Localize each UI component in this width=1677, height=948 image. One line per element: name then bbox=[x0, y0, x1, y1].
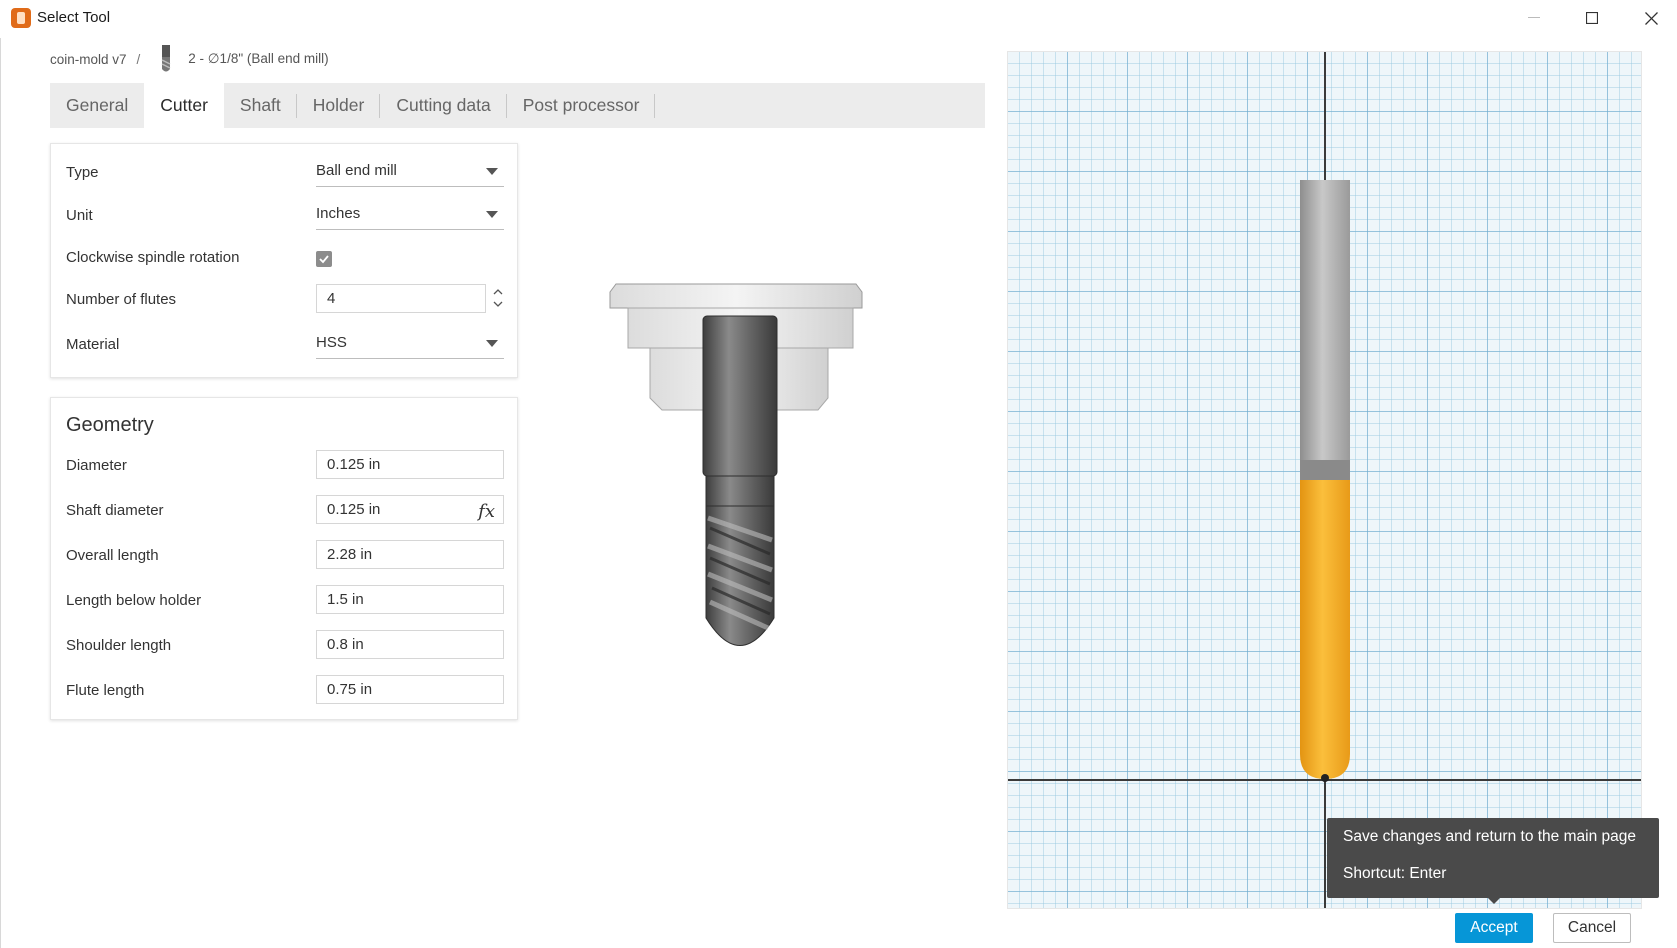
tooltip-arrow bbox=[1488, 898, 1500, 904]
tab-holder-label: Holder bbox=[312, 95, 365, 115]
tab-holder[interactable]: Holder bbox=[297, 83, 381, 128]
flutes-input[interactable]: 4 bbox=[316, 284, 486, 313]
window-title: Select Tool bbox=[37, 9, 111, 26]
formula-icon[interactable]: fx bbox=[478, 498, 495, 525]
tab-general[interactable]: General bbox=[50, 83, 144, 128]
endmill-thumbnail-icon bbox=[161, 45, 171, 72]
checkmark-icon bbox=[319, 255, 329, 264]
shoulder-length-input[interactable]: 0.8 in bbox=[316, 630, 504, 659]
type-value: Ball end mill bbox=[316, 162, 397, 179]
tab-cutting-data[interactable]: Cutting data bbox=[380, 83, 507, 128]
cutter-properties-card: Type Ball end mill Unit Inches Clockwise… bbox=[50, 143, 518, 378]
shaft-diameter-input[interactable]: 0.125 in fx bbox=[316, 495, 504, 524]
diameter-input[interactable]: 0.125 in bbox=[316, 450, 504, 479]
tab-divider bbox=[654, 94, 656, 118]
flutes-label: Number of flutes bbox=[66, 291, 177, 308]
unit-value: Inches bbox=[316, 205, 361, 222]
flute-length-label: Flute length bbox=[66, 682, 145, 699]
accept-tooltip: Save changes and return to the main page… bbox=[1327, 818, 1659, 898]
geometry-card: Geometry Diameter 0.125 in Shaft diamete… bbox=[50, 397, 518, 720]
tooltip-description: Save changes and return to the main page bbox=[1343, 828, 1636, 845]
maximize-icon[interactable] bbox=[1572, 4, 1612, 32]
tab-post-processor[interactable]: Post processor bbox=[507, 83, 656, 128]
breadcrumb-project[interactable]: coin-mold v7 bbox=[50, 52, 127, 67]
tool-tip-point bbox=[1321, 774, 1329, 782]
flute-length-input[interactable]: 0.75 in bbox=[316, 675, 504, 704]
material-value: HSS bbox=[316, 334, 347, 351]
geometry-title: Geometry bbox=[66, 414, 154, 436]
chevron-down-icon bbox=[486, 211, 498, 218]
tool-profile bbox=[1300, 180, 1350, 782]
spindle-rotation-checkbox[interactable] bbox=[316, 251, 332, 267]
shoulder-segment bbox=[1300, 460, 1350, 480]
breadcrumb-tool: 2 - ∅1/8" (Ball end mill) bbox=[188, 51, 329, 66]
close-icon[interactable] bbox=[1631, 4, 1671, 32]
diameter-label: Diameter bbox=[66, 457, 127, 474]
tooltip-shortcut: Shortcut: Enter bbox=[1343, 865, 1447, 882]
breadcrumb: coin-mold v7 / 2 - ∅1/8" (Ball end mill) bbox=[50, 45, 329, 72]
chevron-down-icon bbox=[486, 340, 498, 347]
spindle-rotation-label: Clockwise spindle rotation bbox=[66, 249, 240, 266]
cancel-button[interactable]: Cancel bbox=[1553, 913, 1631, 943]
tab-shaft[interactable]: Shaft bbox=[224, 83, 297, 128]
tool-cutter bbox=[702, 315, 778, 646]
type-dropdown[interactable]: Ball end mill bbox=[316, 157, 504, 187]
length-below-holder-input[interactable]: 1.5 in bbox=[316, 585, 504, 614]
flute-segment bbox=[1300, 480, 1350, 779]
length-below-holder-label: Length below holder bbox=[66, 592, 202, 609]
shank-segment bbox=[1300, 180, 1350, 460]
overall-length-label: Overall length bbox=[66, 547, 159, 564]
fusion-app-icon bbox=[11, 8, 31, 28]
title-bar: Select Tool bbox=[0, 0, 1677, 38]
unit-label: Unit bbox=[66, 207, 93, 224]
overall-length-input[interactable]: 2.28 in bbox=[316, 540, 504, 569]
tab-shaft-label: Shaft bbox=[239, 95, 281, 115]
type-label: Type bbox=[66, 164, 99, 181]
shaft-diameter-label: Shaft diameter bbox=[66, 502, 164, 519]
material-dropdown[interactable]: HSS bbox=[316, 329, 504, 359]
tool-2d-viewport[interactable] bbox=[1007, 51, 1642, 909]
tab-cutter-label: Cutter bbox=[160, 95, 208, 115]
tool-3d-preview bbox=[609, 283, 863, 646]
accept-button[interactable]: Accept bbox=[1455, 913, 1533, 943]
flutes-stepper-icon[interactable] bbox=[491, 284, 505, 312]
unit-dropdown[interactable]: Inches bbox=[316, 200, 504, 230]
shoulder-length-label: Shoulder length bbox=[66, 637, 172, 654]
breadcrumb-separator: / bbox=[136, 51, 141, 67]
tab-general-label: General bbox=[66, 95, 129, 115]
minimize-icon[interactable] bbox=[1514, 4, 1554, 32]
tab-bar: General Cutter Shaft Holder Cutting data… bbox=[50, 83, 985, 128]
tab-post-processor-label: Post processor bbox=[522, 95, 640, 115]
window-left-border bbox=[0, 38, 1, 948]
tab-cutter[interactable]: Cutter bbox=[144, 83, 224, 128]
shaft-diameter-value: 0.125 in bbox=[327, 501, 381, 518]
tab-cutting-data-label: Cutting data bbox=[396, 95, 491, 115]
material-label: Material bbox=[66, 336, 120, 353]
chevron-down-icon bbox=[486, 168, 498, 175]
